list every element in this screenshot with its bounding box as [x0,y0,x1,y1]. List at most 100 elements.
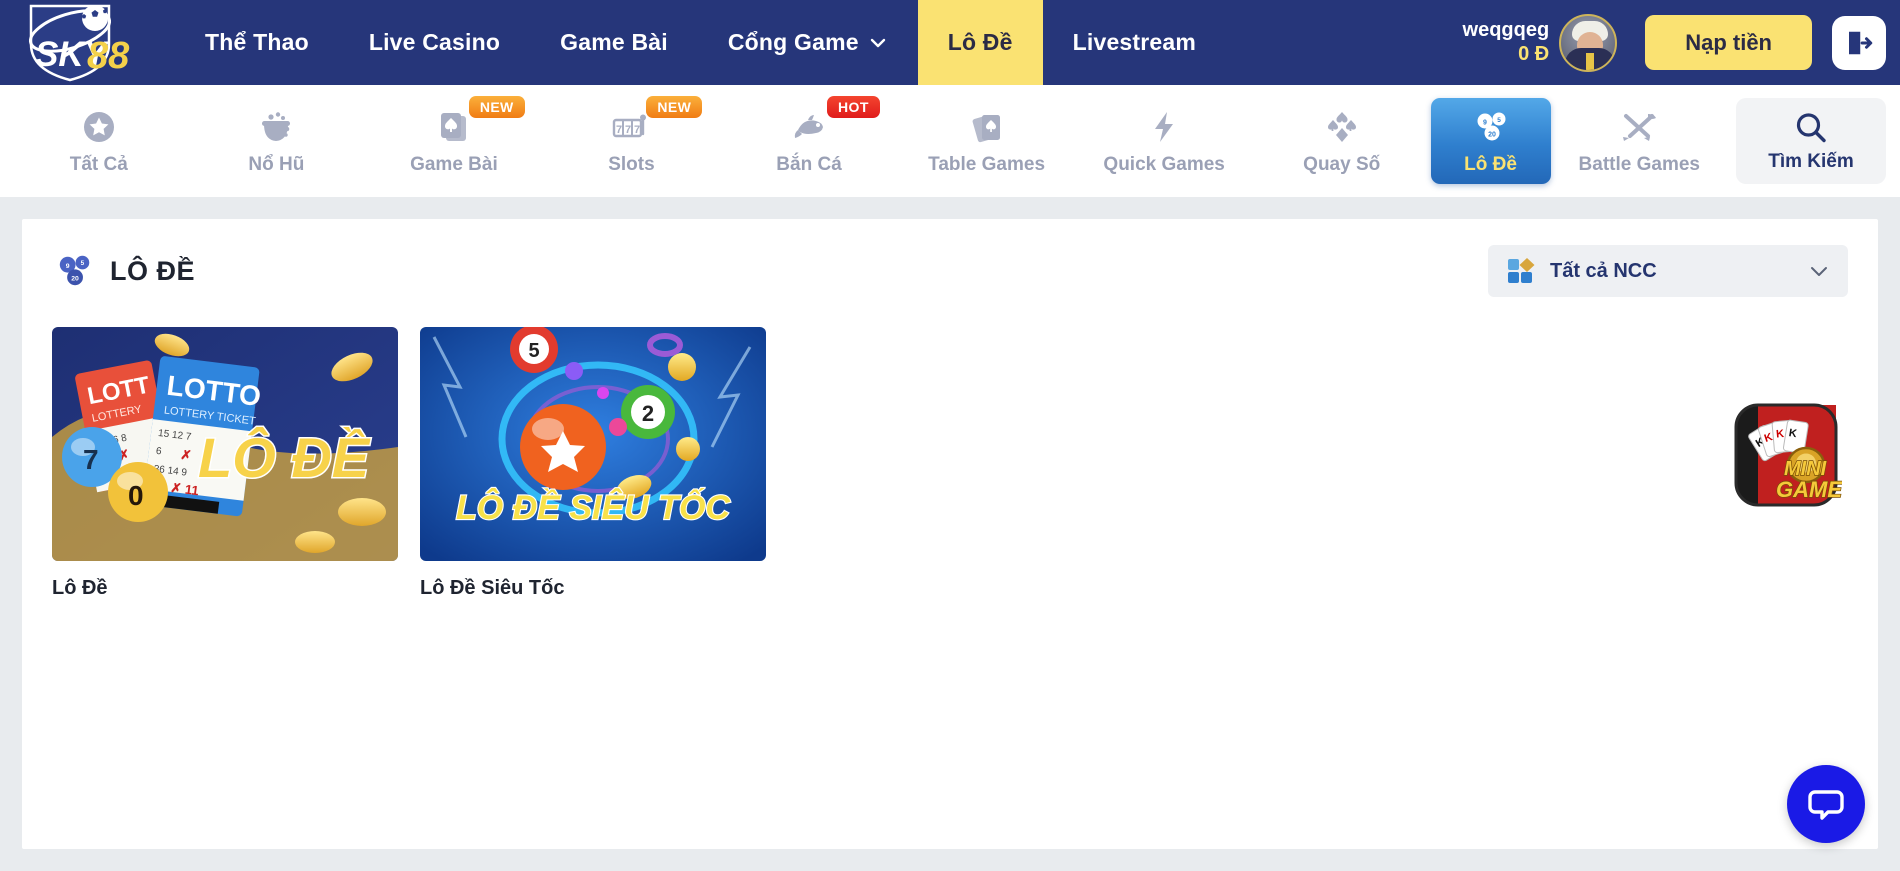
svg-text:7: 7 [83,444,99,475]
category-label: Tất Cả [69,153,128,175]
nav-label: Live Casino [368,29,501,55]
svg-text:7: 7 [616,124,622,136]
game-grid: LOTT LOTTERY 23 16 8 04 ✗ LOTTO LOTTERY … [52,327,1848,600]
grid-squares-icon [1508,258,1535,283]
fish-icon [788,107,830,147]
game-thumbnail: 5 2 LÔ ĐỀ SIÊU TỐC [420,327,766,561]
category-label: Table Games [928,153,1046,175]
nav-label: Thể Thao [205,29,309,55]
nav-item-lo-de[interactable]: Lô Đề [917,0,1043,85]
avatar[interactable] [1559,13,1618,72]
category-label: Battle Games [1578,153,1700,175]
svg-text:20: 20 [71,275,79,282]
minigame-line2: GAME [1776,477,1842,502]
svg-text:9: 9 [1483,119,1487,126]
lo-de-sieu-toc-balls-art: 5 2 LÔ ĐỀ SIÊU TỐC [420,327,766,561]
avatar-tie [1586,52,1595,70]
deposit-button[interactable]: Nạp tiền [1645,15,1812,70]
brand-logo[interactable]: SKY 88 [0,0,175,85]
lightning-bolt-icon [1147,107,1181,147]
provider-filter-dropdown[interactable]: Tất cả NCC [1488,245,1848,297]
panel-header: 9 5 20 LÔ ĐỀ Tất cả NCC [52,245,1848,297]
svg-text:7: 7 [625,124,631,136]
search-icon [1796,113,1826,143]
page-body: 9 5 20 LÔ ĐỀ Tất cả NCC LOTT LOTTERY 8 ✗… [0,197,1900,871]
page-title: 9 5 20 LÔ ĐỀ [52,251,195,291]
category-item-quay-so[interactable]: Quay Số [1253,98,1431,184]
game-card-lo-de[interactable]: LOTT LOTTERY 23 16 8 04 ✗ LOTTO LOTTERY … [52,327,398,600]
badge-new: NEW [468,96,525,118]
logout-button[interactable] [1832,15,1886,70]
badge-new: NEW [646,96,703,118]
page-title-text: LÔ ĐỀ [110,255,196,286]
lottery-balls-icon: 9 5 20 [1471,107,1511,147]
logout-icon [1849,31,1873,54]
category-item-battle-games[interactable]: Battle Games [1551,98,1729,184]
provider-filter-label: Tất cả NCC [1550,259,1657,282]
nav-label: Livestream [1072,29,1197,55]
svg-text:5: 5 [1497,117,1501,124]
category-label: Lô Đề [1464,153,1517,175]
svg-text:20: 20 [1488,131,1496,138]
svg-text:88: 88 [87,35,130,77]
chevron-down-icon [1811,267,1827,276]
svg-text:K: K [1776,428,1785,441]
category-item-slots[interactable]: NEW 7 7 7 Slots [543,96,721,184]
category-item-quick-games[interactable]: Quick Games [1075,98,1253,184]
minigame-cards-icon: K K K K MINI GAME [1734,403,1844,507]
user-balance: 0 Đ [1518,42,1550,65]
chevron-down-icon [870,38,885,47]
category-label: Quick Games [1103,153,1225,175]
chat-bubble-icon [1808,790,1844,820]
category-bar: Tất Cả Nổ Hũ NEW Game Bài NEW 7 7 7 Slot… [0,85,1900,197]
playing-cards-icon [967,107,1007,147]
search-button[interactable]: Tìm Kiếm [1736,98,1886,184]
card-suits-icon [1322,107,1362,147]
content-panel: 9 5 20 LÔ ĐỀ Tất cả NCC LOTT LOTTERY 8 ✗… [22,219,1878,849]
svg-text:7: 7 [634,124,640,136]
sky88-logo-icon: SKY 88 [28,4,130,81]
category-item-no-hu[interactable]: Nổ Hũ [188,98,366,184]
nav-item-livestream[interactable]: Livestream [1043,0,1226,85]
badge-hot: HOT [827,96,880,118]
game-card-lo-de-sieu-toc[interactable]: 5 2 LÔ ĐỀ SIÊU TỐC Lô Đề Siêu Tốc [420,327,766,600]
category-label: Quay Số [1303,153,1381,175]
game-title: Lô Đề Siêu Tốc [420,577,565,599]
star-circle-icon [80,107,118,147]
svg-text:LÔ ĐỀ: LÔ ĐỀ [198,426,371,489]
nav-item-live-casino[interactable]: Live Casino [339,0,530,85]
chat-widget-button[interactable] [1787,765,1865,843]
game-thumbnail: LOTT LOTTERY 23 16 8 04 ✗ LOTTO LOTTERY … [52,327,398,561]
category-label: Slots [608,153,655,175]
svg-text:LÔ ĐỀ SIÊU TỐC: LÔ ĐỀ SIÊU TỐC [456,488,730,527]
username: weqgqeg [1462,18,1550,41]
user-info[interactable]: weqgqeg 0 Đ [1463,19,1550,66]
lottery-balls-icon: 9 5 20 [59,255,90,286]
top-header: SKY 88 Thể Thao Live Casino Game Bài Cổn… [0,0,1900,85]
nav-item-cong-game[interactable]: Cổng Game [698,0,918,85]
svg-text:2: 2 [642,401,654,426]
nav-item-game-bai[interactable]: Game Bài [530,0,698,85]
jackpot-pot-icon [256,107,296,147]
category-label: Game Bài [410,153,498,175]
game-title: Lô Đề [52,577,108,599]
nav-label: Cổng Game [727,29,859,55]
header-right-cluster: weqgqeg 0 Đ Nạp tiền [1463,0,1900,85]
svg-text:9: 9 [66,263,70,270]
crossed-swords-icon [1618,107,1660,147]
svg-text:5: 5 [528,340,539,362]
category-item-game-bai[interactable]: NEW Game Bài [365,96,543,184]
minigame-widget[interactable]: K K K K MINI GAME [1730,399,1844,511]
svg-text:0: 0 [128,480,144,511]
category-item-lo-de[interactable]: 9 5 20 Lô Đề [1430,98,1551,184]
nav-item-the-thao[interactable]: Thể Thao [175,0,339,85]
category-label: Nổ Hũ [248,153,305,175]
svg-text:✗: ✗ [180,447,193,463]
category-item-tat-ca[interactable]: Tất Cả [10,98,188,184]
category-list: Tất Cả Nổ Hũ NEW Game Bài NEW 7 7 7 Slot… [0,85,1728,197]
nav-label: Lô Đề [947,29,1013,55]
category-label: Bắn Cá [776,153,842,175]
search-label: Tìm Kiếm [1768,151,1854,172]
category-item-ban-ca[interactable]: HOT Bắn Cá [720,96,898,184]
category-item-table-games[interactable]: Table Games [898,98,1076,184]
